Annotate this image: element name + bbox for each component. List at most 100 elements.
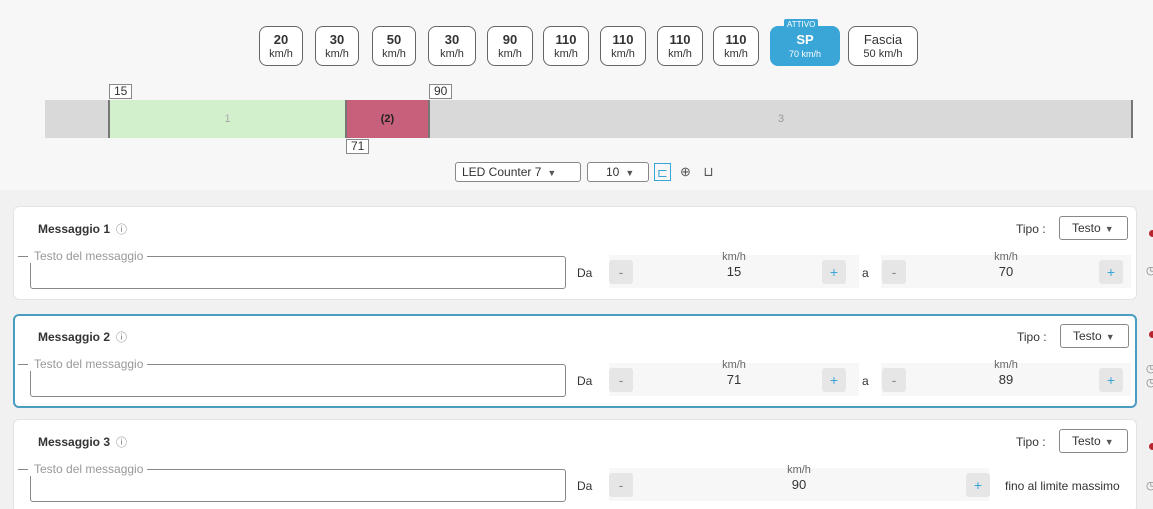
tipo-label: Tipo : [1016, 435, 1046, 449]
speed-button-6[interactable]: 110 km/h [543, 26, 589, 66]
align-center-icon[interactable]: ⊕ [677, 163, 694, 181]
speed-button-5[interactable]: 90 km/h [487, 26, 533, 66]
da-label: Da [577, 374, 593, 388]
speed-unit: km/h [668, 48, 692, 60]
from-increment-button[interactable]: + [822, 368, 846, 392]
a-label: a [862, 374, 869, 388]
counter-select-value: LED Counter 7 [462, 165, 542, 179]
clock-icon[interactable]: ◷ [1146, 479, 1153, 492]
timeline-marker-mid[interactable]: 71 [346, 139, 370, 154]
tipo-value: Testo [1073, 329, 1102, 343]
tipo-value: Testo [1072, 434, 1101, 448]
speed-button-4[interactable]: 30 km/h [428, 26, 476, 66]
speed-value: 110 [555, 32, 577, 47]
speed-button-fascia[interactable]: Fascia 50 km/h [848, 26, 918, 66]
from-unit: km/h [722, 359, 746, 371]
clock-icon[interactable]: ◷ [1146, 264, 1153, 277]
speed-unit: km/h [440, 48, 464, 60]
speed-timeline[interactable]: 1 (2) 3 [45, 100, 1133, 138]
clock-icon[interactable]: ◷ [1146, 376, 1153, 389]
speed-button-3[interactable]: 50 km/h [372, 26, 416, 66]
speed-value: 110 [725, 32, 747, 47]
speed-unit: 50 km/h [863, 48, 903, 60]
da-label: Da [577, 479, 593, 493]
speed-button-1[interactable]: 20 km/h [259, 26, 303, 66]
message-title-text: Messaggio 3 [38, 435, 111, 449]
message-text-placeholder: Testo del messaggio [17, 463, 148, 476]
speed-value: 110 [612, 32, 634, 47]
timeline-segment-2[interactable]: (2) [346, 100, 429, 138]
counter-select[interactable]: LED Counter 7 ▼ [455, 162, 581, 182]
from-decrement-button[interactable]: - [609, 368, 633, 392]
message-title: Messaggio 3 ⓘ [38, 434, 127, 450]
speed-button-sp-active[interactable]: SP 70 km/h [770, 26, 840, 66]
to-decrement-button[interactable]: - [882, 368, 906, 392]
da-label: Da [577, 266, 593, 280]
tipo-select[interactable]: Testo ▼ [1060, 324, 1129, 348]
message-text-placeholder: Testo del messaggio [17, 250, 148, 263]
message-card-2: Messaggio 2 ⓘ Tipo : Testo ▼ Testo del mes… [13, 314, 1137, 408]
to-increment-button[interactable]: + [1099, 260, 1123, 284]
from-decrement-button[interactable]: - [609, 260, 633, 284]
tipo-label: Tipo : [1017, 330, 1047, 344]
message-card-1: Messaggio 1 ⓘ Tipo : Testo ▼ Testo del mes… [13, 206, 1137, 300]
speed-value: 30 [444, 32, 460, 47]
size-select[interactable]: 10 ▼ [587, 162, 649, 182]
speed-value: SP [796, 32, 814, 47]
to-unit: km/h [994, 251, 1018, 263]
speed-button-2[interactable]: 30 km/h [315, 26, 359, 66]
timeline-tick [108, 100, 110, 138]
speed-profile-panel: 20 km/h 30 km/h 50 km/h 30 km/h 90 km/h 110 km… [0, 0, 1153, 190]
speed-value: 110 [669, 32, 691, 47]
speed-button-7[interactable]: 110 km/h [600, 26, 646, 66]
from-decrement-button[interactable]: - [609, 473, 633, 497]
from-increment-button[interactable]: + [966, 473, 990, 497]
speed-unit: km/h [724, 48, 748, 60]
to-increment-button[interactable]: + [1099, 368, 1123, 392]
tipo-select[interactable]: Testo ▼ [1059, 429, 1128, 453]
max-limit-label: fino al limite massimo [1005, 479, 1120, 493]
timeline-marker-end[interactable]: 90 [429, 84, 453, 99]
to-unit: km/h [994, 359, 1018, 371]
speed-button-8[interactable]: 110 km/h [657, 26, 703, 66]
timeline-marker-start[interactable]: 15 [109, 84, 133, 99]
timeline-tick [428, 100, 430, 138]
a-label: a [862, 266, 869, 280]
message-text-placeholder: Testo del messaggio [17, 358, 148, 371]
to-decrement-button[interactable]: - [882, 260, 906, 284]
tipo-select[interactable]: Testo ▼ [1059, 216, 1128, 240]
timeline-segment-1[interactable]: 1 [109, 100, 346, 138]
speed-unit: km/h [498, 48, 522, 60]
chevron-down-icon: ▼ [547, 168, 557, 178]
info-icon[interactable]: ⓘ [116, 437, 127, 449]
align-left-icon[interactable]: ⊏ [654, 163, 671, 181]
to-speed-value: 89 [998, 372, 1014, 387]
speed-unit: km/h [611, 48, 635, 60]
speed-value: 90 [502, 32, 518, 47]
chevron-down-icon: ▼ [1105, 332, 1115, 342]
from-unit: km/h [722, 251, 746, 263]
speed-unit: 70 km/h [788, 49, 821, 59]
size-select-value: 10 [606, 165, 620, 179]
info-icon[interactable]: ⓘ [116, 332, 127, 344]
tipo-value: Testo [1072, 221, 1101, 235]
from-increment-button[interactable]: + [822, 260, 846, 284]
from-speed-value: 90 [791, 477, 807, 492]
speed-button-9[interactable]: 110 km/h [713, 26, 759, 66]
speed-value: Fascia [863, 32, 903, 47]
message-card-3: Messaggio 3 ⓘ Tipo : Testo ▼ Testo del mes… [13, 419, 1137, 509]
clock-icon[interactable]: ◷ [1146, 362, 1153, 375]
speed-unit: km/h [269, 48, 293, 60]
timeline-tick [345, 100, 347, 138]
speed-value: 30 [329, 32, 345, 47]
align-bottom-icon[interactable]: ⊔ [700, 163, 717, 181]
timeline-tick [1131, 100, 1133, 138]
status-dot-icon [1149, 443, 1153, 450]
to-speed-value: 70 [998, 264, 1014, 279]
chevron-down-icon: ▼ [1104, 224, 1114, 234]
speed-unit: km/h [382, 48, 406, 60]
message-title-text: Messaggio 2 [38, 330, 111, 344]
timeline-segment-3[interactable]: 3 [429, 100, 1133, 138]
message-title: Messaggio 2 ⓘ [38, 329, 127, 345]
info-icon[interactable]: ⓘ [116, 224, 127, 236]
